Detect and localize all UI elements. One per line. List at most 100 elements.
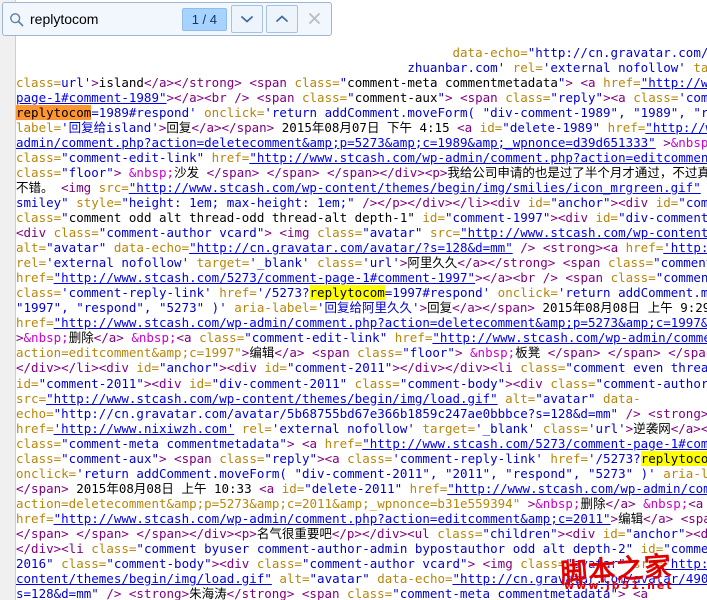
source-token: <a [176, 330, 200, 346]
source-token: <a [259, 480, 282, 496]
source-token: 'url' [588, 420, 626, 436]
source-token: "comment-author vcard" [98, 225, 265, 241]
source-token: "anchor" [159, 360, 220, 376]
source-token: '_blank' [475, 420, 536, 436]
source-token: page-1#comment-1989" [16, 89, 167, 105]
source-token: class= [219, 450, 265, 466]
source-token: class= [16, 210, 62, 226]
source-token: id= [136, 360, 159, 376]
source-token: href= [542, 450, 588, 466]
source-token: 2016" [16, 556, 54, 572]
source-token: "div-comment-2011" [211, 375, 348, 391]
source-token: "comment-2011" [286, 360, 393, 376]
source-line: class='comment-reply-link' href='/5273?r… [16, 285, 707, 301]
source-token: class= [550, 375, 596, 391]
source-token: 删除 [580, 495, 606, 511]
source-token: id= [655, 194, 679, 210]
source-token: '回复给阿里久久' [317, 300, 420, 316]
source-token: 'external nofollow' [46, 255, 190, 271]
source-token: > <img [264, 225, 318, 241]
source-token: </a></strong> [457, 255, 556, 271]
source-token: "comment-19 [678, 194, 707, 210]
find-next-button[interactable] [231, 5, 263, 33]
source-token: "comment-met [653, 255, 707, 271]
source-token: > [16, 330, 24, 346]
source-token: > <img [467, 556, 521, 572]
source-token: alt= [271, 571, 310, 587]
source-token: 阿里久久 [407, 255, 458, 271]
find-previous-button[interactable] [266, 5, 298, 33]
source-token: "comment-aux" [61, 450, 159, 466]
close-find-button[interactable] [301, 6, 327, 32]
source-token: 'return addComment.moveForm [557, 285, 707, 301]
source-token: &nbsp; [131, 330, 177, 346]
chevron-down-icon [240, 14, 254, 24]
source-token: action=deletecomment&amp;p=5273&amp;c=20… [16, 495, 521, 511]
source-token: "http://www. [645, 119, 707, 135]
source-token: <span [562, 255, 608, 271]
source-line: smiley" style="height: 1em; max-height: … [16, 195, 707, 210]
source-token: > [419, 300, 428, 316]
source-line: s=128&d=mm" /> <strong>朱海涛</strong> <spa… [16, 586, 707, 600]
source-token: 逆袭网 [633, 420, 671, 436]
source-token: onclick= [16, 465, 77, 481]
source-token: href= [204, 149, 250, 165]
find-input-wrapper[interactable] [3, 3, 182, 35]
source-code-area[interactable]: data-echo="http://cn.gravatar.com/avatar… [16, 45, 707, 600]
source-token: alt= [16, 240, 47, 256]
source-token: "http://www.st [640, 74, 707, 90]
source-token: 编辑 [249, 345, 275, 361]
source-token: src= [16, 390, 47, 406]
source-line: href="http://www.stcash.com/5273/comment… [16, 270, 707, 285]
source-token: 'http://www.w [663, 240, 707, 256]
source-token: rel= [16, 255, 47, 271]
source-token: <span [249, 74, 295, 90]
source-token: <span [311, 345, 358, 361]
source-token: class= [347, 586, 393, 600]
source-line: class="comment-aux"> <span class="reply"… [16, 450, 707, 466]
source-token: class= [347, 450, 393, 466]
view-source-page[interactable]: data-echo="http://cn.gravatar.com/avatar… [0, 0, 707, 600]
source-token: "comment-2011" [38, 375, 144, 391]
source-token: ><div [550, 210, 596, 226]
source-token: zhuanbar.com' [407, 59, 506, 75]
source-token: 删除 [68, 330, 94, 346]
source-token: comment odd alt thread-odd thread-alt de… [68, 210, 415, 226]
source-token: &nbsp; [23, 330, 69, 346]
source-token: id= [479, 119, 503, 135]
source-token: "http://cn.gravatar.com/avatar/?s=128&d=… [189, 240, 513, 256]
find-bar[interactable]: 1 / 4 [2, 2, 332, 36]
source-token: /> <strong><a [625, 405, 707, 421]
close-icon [308, 10, 321, 29]
source-token: data- [595, 390, 641, 406]
source-token: ></a><br /> [166, 89, 250, 105]
source-token: "http://www.s [663, 556, 707, 572]
source-token: href= [625, 240, 664, 256]
source-token: 'url' [362, 255, 400, 271]
source-token: " [347, 89, 355, 105]
source-token: label= [16, 119, 62, 135]
source-token: "comment-1997" [444, 210, 551, 226]
source-token: "http://www.stcash.com/5273/comment-page… [362, 435, 707, 451]
source-line: label='回复给island'>回复</a></span> 2015年08月… [16, 120, 707, 135]
source-token: "children" [482, 526, 558, 541]
source-token [249, 90, 257, 105]
source-token: "comment byuser comment-author-admin byp… [136, 541, 634, 557]
source-token: <a [688, 495, 704, 511]
source-token: &nbsp; [470, 345, 516, 361]
source-token: 板凳 [515, 345, 548, 361]
source-token: class= [309, 255, 363, 271]
source-token: class= [505, 89, 551, 105]
source-line: </span> 2015年08月08日 上午 10:33 <a id="dele… [16, 481, 707, 496]
source-token: </div></li><div [16, 360, 137, 376]
source-token: /> <strong><a [512, 240, 626, 256]
source-line: class="comment-meta commentmetadata"> <a… [16, 436, 707, 451]
source-token: > <a [565, 74, 604, 90]
source-token: </a></strong> [143, 74, 242, 90]
source-token: "comment-edit-link" [61, 149, 205, 165]
source-token: comment-meta commentmetadata [347, 74, 558, 90]
source-token: <a [457, 119, 480, 135]
search-input[interactable] [30, 11, 182, 27]
source-line: id="comment-2011"><div id="div-comment-2… [16, 376, 707, 391]
source-token: 'comment-reply-link' [61, 285, 212, 301]
